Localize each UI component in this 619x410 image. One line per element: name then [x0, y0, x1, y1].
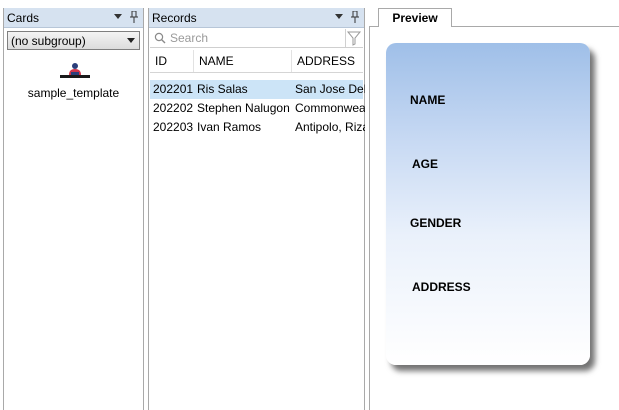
grid-header: ID NAME ADDRESS — [150, 50, 363, 73]
table-row[interactable]: 202203 Ivan Ramos Antipolo, Riza — [150, 118, 365, 137]
table-row[interactable]: 202202 Stephen Nalugon Commonwea — [150, 99, 365, 118]
records-panel-header: Records — [149, 8, 364, 28]
pin-icon[interactable] — [350, 10, 360, 24]
cards-panel-title: Cards — [7, 10, 40, 25]
cell-address: Antipolo, Riza — [295, 120, 365, 134]
pin-icon[interactable] — [129, 10, 139, 24]
card-field-name: NAME — [410, 93, 446, 107]
cell-id: 202201 — [153, 82, 193, 96]
card-preview: NAME AGE GENDER ADDRESS — [386, 43, 590, 365]
tab-preview[interactable]: Preview — [378, 8, 452, 27]
column-header-name[interactable]: NAME — [194, 50, 292, 72]
template-label[interactable]: sample_template — [4, 86, 143, 100]
search-icon — [154, 32, 166, 44]
id-card-template-icon[interactable] — [58, 60, 92, 82]
cell-id: 202202 — [153, 101, 193, 115]
records-panel-title: Records — [152, 10, 197, 25]
filter-icon[interactable] — [345, 29, 362, 47]
cards-panel: Cards (no subgroup) sample_template — [3, 8, 144, 410]
panel-menu-chevron-icon[interactable] — [334, 10, 344, 24]
cell-name: Stephen Nalugon — [197, 101, 290, 115]
cell-name: Ivan Ramos — [197, 120, 262, 134]
cell-id: 202203 — [153, 120, 193, 134]
column-header-id[interactable]: ID — [150, 50, 194, 72]
card-field-gender: GENDER — [410, 216, 462, 230]
cards-panel-header: Cards — [4, 8, 143, 28]
cell-address: San Jose Del — [295, 82, 365, 96]
search-input[interactable] — [170, 30, 330, 46]
subgroup-dropdown[interactable]: (no subgroup) — [7, 31, 140, 50]
panel-menu-chevron-icon[interactable] — [113, 10, 123, 24]
preview-border — [369, 26, 370, 410]
chevron-down-icon — [127, 38, 135, 43]
subgroup-dropdown-value: (no subgroup) — [11, 33, 86, 48]
cell-name: Ris Salas — [197, 82, 248, 96]
card-field-address: ADDRESS — [412, 280, 471, 294]
cell-address: Commonwea — [295, 101, 365, 115]
records-panel: Records ID NAME ADDRESS 202201 Ris Salas — [148, 8, 365, 410]
table-row[interactable]: 202201 Ris Salas San Jose Del — [150, 80, 365, 99]
search-box — [150, 28, 363, 48]
column-header-address[interactable]: ADDRESS — [292, 50, 365, 72]
card-field-age: AGE — [412, 157, 439, 171]
